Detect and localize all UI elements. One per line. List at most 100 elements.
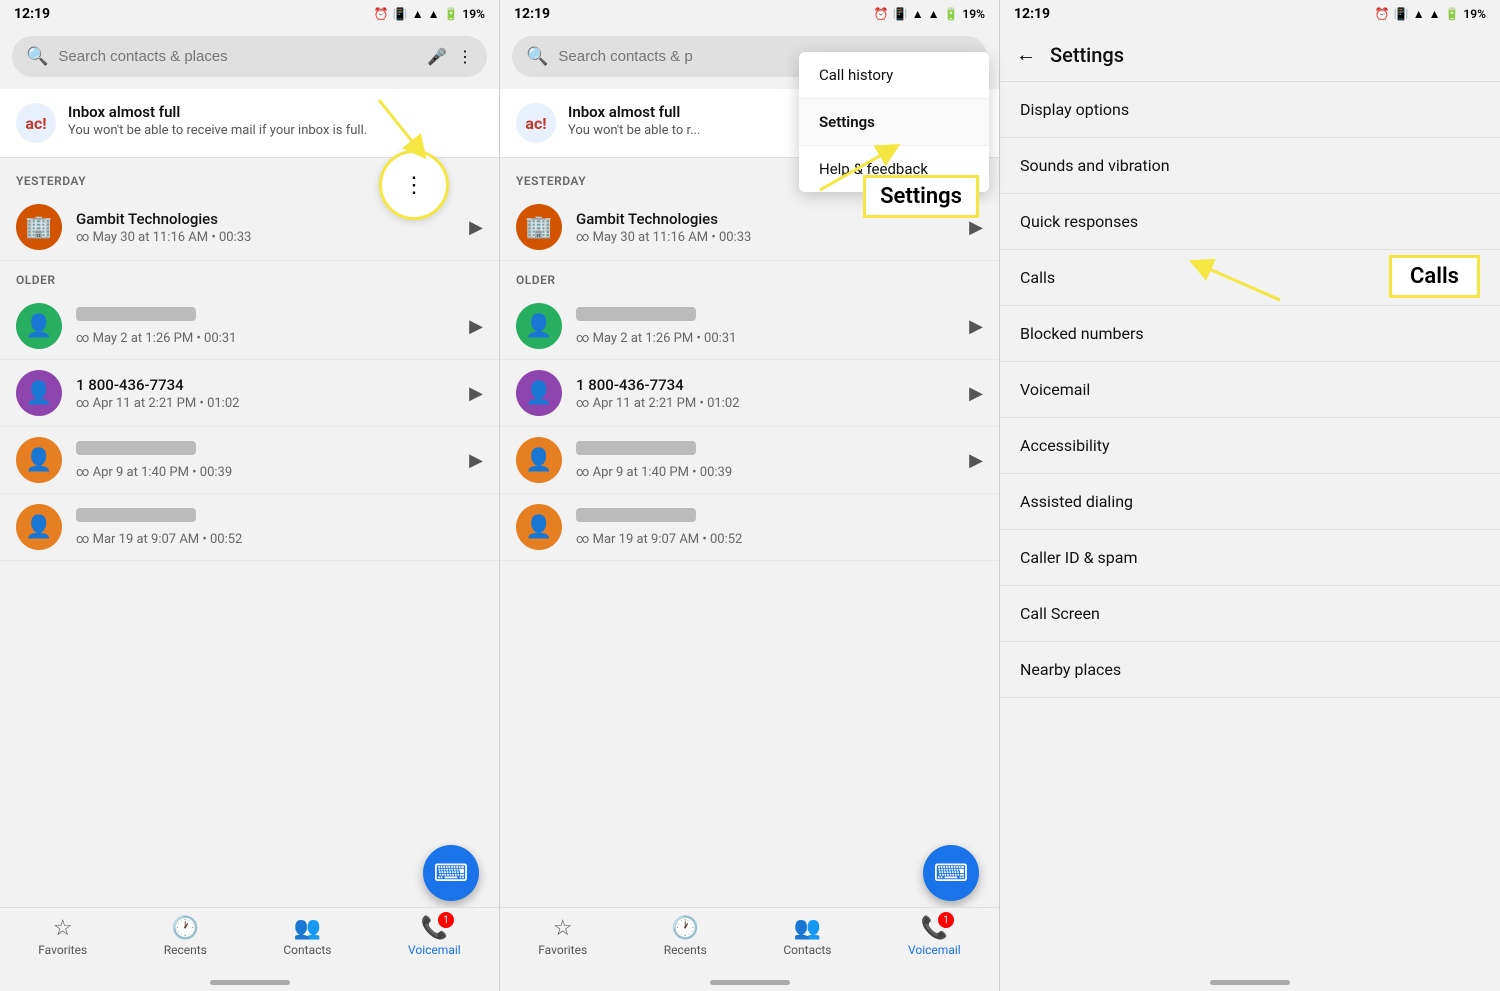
call-play-blurred1-2[interactable]: ▶ [969,316,983,337]
call-avatar-gambit-1: 🏢 [16,204,62,250]
alarm-icon-3: ⏰ [1375,7,1390,21]
settings-item-quick-responses[interactable]: Quick responses [1000,194,1500,250]
battery-level-3: 19% [1463,7,1486,21]
panel-2: 12:19 ⏰ 📳 ▲ ▲ 🔋 19% 🔍 ac! Inbox almost f… [500,0,1000,991]
settings-header: ← Settings [1000,28,1500,82]
nav-contacts-1[interactable]: 👥 Contacts [283,916,331,957]
back-arrow-icon[interactable]: ← [1016,42,1036,67]
fab-2[interactable]: ⌨ [923,845,979,901]
notification-card-1: ac! Inbox almost full You won't be able … [0,89,499,158]
status-bar-2: 12:19 ⏰ 📳 ▲ ▲ 🔋 19% [500,0,999,28]
battery-icon: 🔋 [443,7,458,21]
settings-item-display[interactable]: Display options [1000,82,1500,138]
bottom-nav-1: ☆ Favorites 🕐 Recents 👥 Contacts 📞 1 Voi… [0,907,499,961]
star-icon-2: ☆ [553,916,573,941]
nav-voicemail-1[interactable]: 📞 1 Voicemail [408,916,461,957]
call-info-blurred2-1: ∞ Apr 9 at 1:40 PM • 00:39 [76,441,455,480]
dropdown-call-history[interactable]: Call history [799,52,989,99]
call-play-1800-1[interactable]: ▶ [469,383,483,404]
nav-voicemail-label-1: Voicemail [408,943,461,957]
nav-favorites-1[interactable]: ☆ Favorites [38,916,87,957]
call-play-1800-2[interactable]: ▶ [969,383,983,404]
section-older-1: OLDER [0,261,499,293]
fab-1[interactable]: ⌨ [423,845,479,901]
settings-item-voicemail[interactable]: Voicemail [1000,362,1500,418]
settings-list: Display options Sounds and vibration Qui… [1000,82,1500,991]
call-info-blurred3-2: ∞ Mar 19 at 9:07 AM • 00:52 [576,508,983,547]
call-item-blurred2-2[interactable]: 👤 ∞ Apr 9 at 1:40 PM • 00:39 ▶ [500,427,999,494]
settings-item-accessibility[interactable]: Accessibility [1000,418,1500,474]
call-item-1800-2[interactable]: 👤 1 800-436-7734 ∞ Apr 11 at 2:21 PM • 0… [500,360,999,427]
settings-item-call-screen[interactable]: Call Screen [1000,586,1500,642]
battery-level-1: 19% [462,7,485,21]
call-detail-blurred3-2: ∞ Mar 19 at 9:07 AM • 00:52 [576,532,983,547]
notif-body-2: You won't be able to r... [568,123,700,138]
call-avatar-blurred2-2: 👤 [516,437,562,483]
call-name-blurred2-1 [76,441,196,455]
call-item-blurred3-1[interactable]: 👤 ∞ Mar 19 at 9:07 AM • 00:52 [0,494,499,561]
nav-contacts-label-1: Contacts [283,943,331,957]
vibrate-icon-2: 📳 [893,7,908,21]
calls-annotation-label: Calls [1389,255,1480,298]
notif-body-1: You won't be able to receive mail if you… [68,123,367,138]
settings-item-sounds[interactable]: Sounds and vibration [1000,138,1500,194]
call-item-blurred2-1[interactable]: 👤 ∞ Apr 9 at 1:40 PM • 00:39 ▶ [0,427,499,494]
settings-item-blocked[interactable]: Blocked numbers [1000,306,1500,362]
three-dot-button-1[interactable]: ⋮ [379,150,449,220]
search-bar-1: 🔍 🎤 ⋮ [12,36,487,77]
nav-voicemail-2[interactable]: 📞 1 Voicemail [908,916,961,957]
notif-text-1: Inbox almost full You won't be able to r… [68,103,367,138]
call-item-blurred3-2[interactable]: 👤 ∞ Mar 19 at 9:07 AM • 00:52 [500,494,999,561]
status-time-3: 12:19 [1014,6,1050,22]
status-icons-1: ⏰ 📳 ▲ ▲ 🔋 19% [374,7,485,21]
star-icon-1: ☆ [53,916,73,941]
settings-item-assisted-dialing[interactable]: Assisted dialing [1000,474,1500,530]
call-avatar-1800-2: 👤 [516,370,562,416]
call-detail-blurred2-2: ∞ Apr 9 at 1:40 PM • 00:39 [576,465,955,480]
wifi-icon-2: ▲ [912,7,924,21]
voicemail-badge-1: 1 [438,912,454,928]
mic-icon-1[interactable]: 🎤 [427,47,447,66]
notif-logo-2: ac! [516,103,556,143]
search-input-1[interactable] [58,48,417,65]
notif-title-2: Inbox almost full [568,103,700,121]
nav-recents-2[interactable]: 🕐 Recents [664,916,707,957]
wifi-icon: ▲ [412,7,424,21]
section-older-2: OLDER [500,261,999,293]
call-play-blurred2-1[interactable]: ▶ [469,450,483,471]
call-info-1800-2: 1 800-436-7734 ∞ Apr 11 at 2:21 PM • 01:… [576,376,955,411]
nav-recents-1[interactable]: 🕐 Recents [164,916,207,957]
home-indicator-1 [210,980,290,985]
call-play-gambit-2[interactable]: ▶ [969,217,983,238]
settings-item-caller-id[interactable]: Caller ID & spam [1000,530,1500,586]
signal-icon-2: ▲ [928,7,940,21]
call-item-1800-1[interactable]: 👤 1 800-436-7734 ∞ Apr 11 at 2:21 PM • 0… [0,360,499,427]
call-play-blurred2-2[interactable]: ▶ [969,450,983,471]
call-detail-1800-2: ∞ Apr 11 at 2:21 PM • 01:02 [576,396,955,411]
call-item-blurred1-1[interactable]: 👤 ∞ May 2 at 1:26 PM • 00:31 ▶ [0,293,499,360]
call-name-blurred3-2 [576,508,696,522]
call-name-blurred2-2 [576,441,696,455]
notif-logo-1: ac! [16,103,56,143]
nav-favorites-2[interactable]: ☆ Favorites [538,916,587,957]
status-icons-3: ⏰ 📳 ▲ ▲ 🔋 19% [1375,7,1486,21]
nav-contacts-2[interactable]: 👥 Contacts [783,916,831,957]
search-icon-1: 🔍 [26,46,48,67]
nav-favorites-label-2: Favorites [538,943,587,957]
dropdown-settings[interactable]: Settings [799,99,989,146]
settings-item-nearby[interactable]: Nearby places [1000,642,1500,698]
nav-favorites-label-1: Favorites [38,943,87,957]
call-play-blurred1-1[interactable]: ▶ [469,316,483,337]
vibrate-icon-3: 📳 [1394,7,1409,21]
signal-icon-3: ▲ [1429,7,1441,21]
call-play-gambit-1[interactable]: ▶ [469,217,483,238]
call-info-1800-1: 1 800-436-7734 ∞ Apr 11 at 2:21 PM • 01:… [76,376,455,411]
call-detail-blurred3-1: ∞ Mar 19 at 9:07 AM • 00:52 [76,532,483,547]
more-icon-1[interactable]: ⋮ [457,47,473,66]
call-avatar-blurred3-2: 👤 [516,504,562,550]
contacts-icon-2: 👥 [794,916,821,941]
settings-title: Settings [1050,43,1124,67]
bottom-nav-2: ☆ Favorites 🕐 Recents 👥 Contacts 📞 1 Voi… [500,907,999,961]
call-item-blurred1-2[interactable]: 👤 ∞ May 2 at 1:26 PM • 00:31 ▶ [500,293,999,360]
clock-icon-2: 🕐 [672,916,699,941]
